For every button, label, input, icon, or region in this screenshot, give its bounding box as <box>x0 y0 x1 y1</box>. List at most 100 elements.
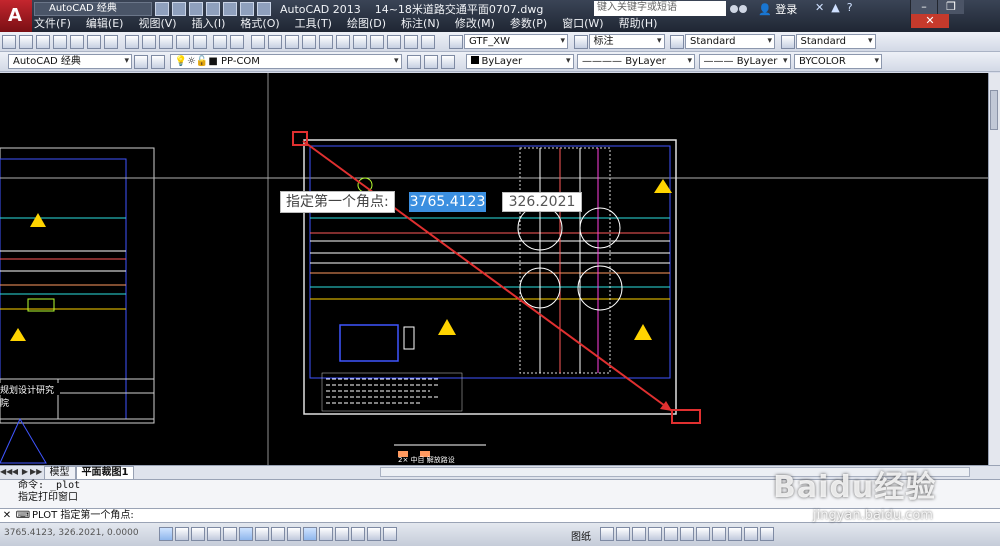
login-button[interactable]: 👤 登录 <box>758 1 797 17</box>
annotation-monitor-icon[interactable] <box>382 527 397 541</box>
object-snap-icon[interactable] <box>238 527 253 541</box>
snap-mode-icon[interactable] <box>174 527 189 541</box>
menu-insert[interactable]: 插入(I) <box>192 16 226 32</box>
copy-icon[interactable] <box>141 35 156 49</box>
restore-icon[interactable]: ❐ <box>937 0 964 14</box>
vertical-scroll-thumb[interactable] <box>990 90 998 130</box>
layer-manager-icon[interactable] <box>151 55 165 69</box>
autodesk360-icon[interactable]: ▲ <box>831 1 839 14</box>
selection-cycling-icon[interactable] <box>366 527 381 541</box>
menu-file[interactable]: 文件(F) <box>34 16 71 32</box>
plot-icon[interactable] <box>53 35 67 49</box>
lock-icon[interactable] <box>711 527 726 541</box>
coordinate-x-input[interactable]: 3765.4123 <box>409 192 486 212</box>
hardware-acceleration-icon[interactable] <box>727 527 742 541</box>
calculator-icon[interactable] <box>403 35 418 49</box>
menu-draw[interactable]: 绘图(D) <box>347 16 386 32</box>
help-icon[interactable] <box>420 35 435 49</box>
tool-palettes-icon[interactable] <box>352 35 367 49</box>
publish-icon[interactable] <box>87 35 101 49</box>
help-icon[interactable]: ? <box>847 1 853 14</box>
open-icon[interactable] <box>172 2 186 16</box>
color-dropdown[interactable]: ByLayer <box>465 54 574 69</box>
new-icon[interactable] <box>2 35 16 49</box>
lineweight-icon[interactable] <box>318 527 333 541</box>
zoom-previous-icon[interactable] <box>301 35 316 49</box>
plot-icon[interactable] <box>257 2 271 16</box>
dim-style-dropdown[interactable]: 标注 <box>588 34 665 49</box>
layer-states-icon[interactable] <box>441 55 455 69</box>
multileader-style-dropdown[interactable]: Standard <box>795 34 876 49</box>
3d-print-icon[interactable] <box>104 35 118 49</box>
last-tab-icon[interactable]: ▶▶ <box>30 466 42 478</box>
properties-icon[interactable] <box>318 35 333 49</box>
open-icon[interactable] <box>19 35 33 49</box>
redo-icon[interactable] <box>240 2 254 16</box>
prev-tab-icon[interactable]: ◀ <box>10 466 20 478</box>
quick-properties-icon[interactable] <box>350 527 365 541</box>
save-icon[interactable] <box>36 35 50 49</box>
block-editor-icon[interactable] <box>192 35 207 49</box>
zoom-realtime-icon[interactable] <box>267 35 282 49</box>
minimize-icon[interactable]: – <box>910 0 937 14</box>
isolate-objects-icon[interactable] <box>743 527 758 541</box>
markup-icon[interactable] <box>386 35 401 49</box>
undo-icon[interactable] <box>223 2 237 16</box>
quick-view-layouts-icon[interactable] <box>599 527 614 541</box>
dynamic-input-icon[interactable] <box>302 527 317 541</box>
menu-tools[interactable]: 工具(T) <box>295 16 332 32</box>
grid-display-icon[interactable] <box>190 527 205 541</box>
undo-icon[interactable] <box>213 35 227 49</box>
text-style-dropdown[interactable]: GTF_XW <box>464 34 568 49</box>
menu-dimension[interactable]: 标注(N) <box>401 16 440 32</box>
pan-icon[interactable] <box>250 35 265 49</box>
zoom-window-icon[interactable] <box>284 35 299 49</box>
plotstyle-dropdown[interactable]: BYCOLOR <box>794 54 882 69</box>
search-input[interactable]: 键入关键字或短语 <box>594 1 726 16</box>
new-icon[interactable] <box>155 2 169 16</box>
table-style-dropdown[interactable]: Standard <box>685 34 775 49</box>
quick-view-drawings-icon[interactable] <box>615 527 630 541</box>
paper-space-label[interactable]: 图纸 <box>571 528 591 543</box>
dynamic-ucs-icon[interactable] <box>286 527 301 541</box>
transparency-icon[interactable] <box>334 527 349 541</box>
coordinate-y-input[interactable]: 326.2021 <box>502 192 582 212</box>
command-close-icon[interactable]: ✕ <box>0 509 14 523</box>
linetype-dropdown[interactable]: ———— ByLayer <box>577 54 695 69</box>
exchange-icon[interactable]: ✕ <box>815 1 824 14</box>
lineweight-dropdown[interactable]: ——— ByLayer <box>698 54 791 69</box>
menu-parametric[interactable]: 参数(P) <box>510 16 547 32</box>
preview-icon[interactable] <box>70 35 84 49</box>
menu-window[interactable]: 窗口(W) <box>562 16 603 32</box>
paste-icon[interactable] <box>158 35 173 49</box>
first-tab-icon[interactable]: ◀◀ <box>0 466 12 478</box>
autocad-logo-icon[interactable]: A <box>0 0 32 32</box>
workspace-switch-icon[interactable] <box>695 527 710 541</box>
steering-wheel-icon[interactable] <box>663 527 678 541</box>
redo-icon[interactable] <box>230 35 244 49</box>
cut-icon[interactable] <box>124 35 139 49</box>
menu-modify[interactable]: 修改(M) <box>455 16 495 32</box>
menu-view[interactable]: 视图(V) <box>138 16 176 32</box>
3d-object-snap-icon[interactable] <box>254 527 269 541</box>
make-current-layer-icon[interactable] <box>407 55 421 69</box>
vertical-scrollbar[interactable] <box>988 73 1000 465</box>
infer-constraints-icon[interactable] <box>158 527 173 541</box>
menu-help[interactable]: 帮助(H) <box>619 16 658 32</box>
saveas-icon[interactable] <box>206 2 220 16</box>
next-tab-icon[interactable]: ▶ <box>20 466 30 478</box>
save-icon[interactable] <box>189 2 203 16</box>
workspace-settings-icon[interactable] <box>134 55 148 69</box>
layer-previous-icon[interactable] <box>424 55 438 69</box>
workspace-dropdown-2[interactable]: AutoCAD 经典 <box>8 54 132 69</box>
menu-format[interactable]: 格式(O) <box>240 16 279 32</box>
zoom-status-icon[interactable] <box>647 527 662 541</box>
menu-edit[interactable]: 编辑(E) <box>86 16 124 32</box>
polar-tracking-icon[interactable] <box>222 527 237 541</box>
layer-dropdown[interactable]: 💡☼🔓■ PP-COM <box>169 54 402 69</box>
command-customize-icon[interactable]: ⌨ <box>14 509 32 523</box>
ortho-mode-icon[interactable] <box>206 527 221 541</box>
tab-model[interactable]: 模型 <box>43 466 76 480</box>
sheet-set-icon[interactable] <box>369 35 384 49</box>
design-center-icon[interactable] <box>335 35 350 49</box>
